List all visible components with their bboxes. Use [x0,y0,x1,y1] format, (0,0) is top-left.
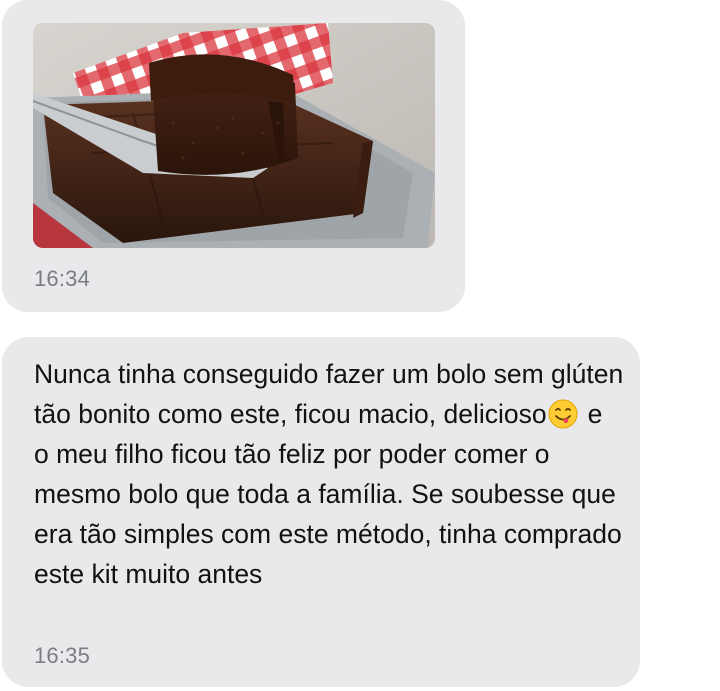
message-text-part: Nunca tinha conseguido fazer um bolo sem… [34,359,624,429]
cake-photo[interactable] [33,23,435,248]
message-text: Nunca tinha conseguido fazer um bolo sem… [34,354,624,594]
text-message-bubble[interactable]: Nunca tinha conseguido fazer um bolo sem… [2,337,640,687]
image-message-bubble[interactable]: 16:34 [2,0,465,312]
face-savoring-food-icon [548,399,578,429]
chat-thread: 16:34 Nunca tinha conseguido fazer um bo… [0,0,720,691]
message-timestamp: 16:35 [34,643,91,668]
message-timestamp: 16:34 [34,266,91,291]
